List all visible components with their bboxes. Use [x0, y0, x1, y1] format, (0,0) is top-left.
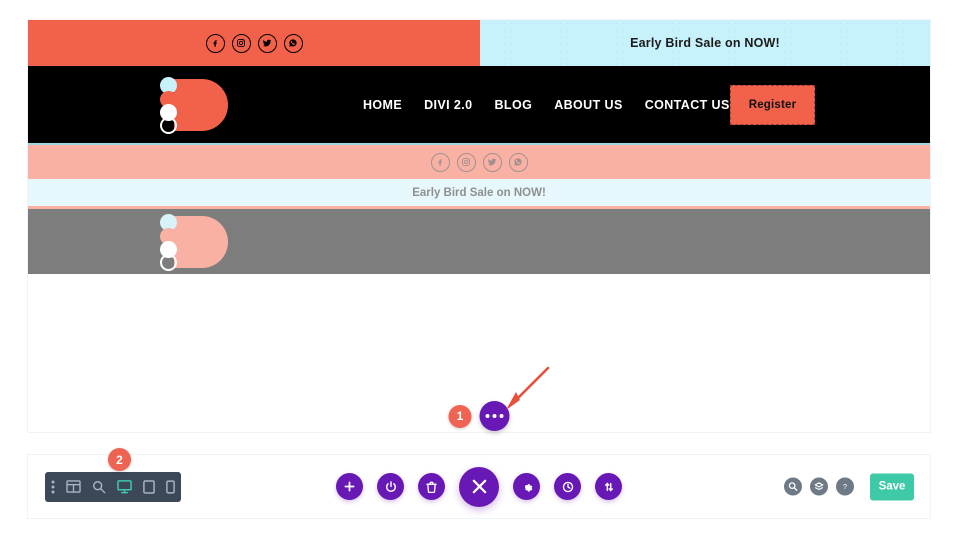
- builder-action-buttons: [336, 466, 622, 507]
- twitter-icon[interactable]: [257, 33, 277, 53]
- menu-item-blog[interactable]: BLOG: [494, 98, 532, 112]
- ghost-social-icons: [430, 152, 528, 172]
- save-button[interactable]: Save: [870, 473, 914, 500]
- builder-settings-button[interactable]: [513, 473, 540, 500]
- layers-icon[interactable]: [810, 477, 828, 496]
- utility-bar-social-area: [28, 20, 480, 66]
- mobile-icon[interactable]: [166, 479, 175, 494]
- ellipsis-dot: [492, 414, 497, 418]
- ghost-promo-text: Early Bird Sale on NOW!: [412, 186, 546, 199]
- ghost-site-logo: [160, 210, 230, 274]
- row-insert-control: 1: [448, 401, 510, 431]
- add-section-button[interactable]: [336, 473, 363, 500]
- logo-dot-outline: [160, 116, 177, 134]
- ghost-logo-d-shape: [174, 215, 228, 268]
- editing-history-button[interactable]: [554, 473, 581, 500]
- ghost-promo-banner: Early Bird Sale on NOW!: [28, 179, 930, 206]
- promo-banner: Early Bird Sale on NOW!: [480, 20, 930, 66]
- promo-text: Early Bird Sale on NOW!: [630, 36, 780, 50]
- ellipsis-dot: [485, 414, 490, 418]
- builder-screen: Early Bird Sale on NOW! HOME DIVI 2.0 BL…: [0, 0, 960, 540]
- step-badge-2: 2: [108, 448, 131, 471]
- search-icon[interactable]: [784, 477, 802, 496]
- ghost-whatsapp-icon: [508, 152, 528, 172]
- close-builder-button[interactable]: [459, 466, 499, 507]
- facebook-icon[interactable]: [205, 33, 225, 53]
- social-icons: [205, 33, 303, 53]
- instagram-icon[interactable]: [231, 33, 251, 53]
- menu-item-about-us[interactable]: ABOUT US: [554, 98, 622, 112]
- tablet-icon[interactable]: [143, 479, 155, 494]
- whatsapp-icon[interactable]: [283, 33, 303, 53]
- desktop-icon[interactable]: [117, 479, 132, 494]
- menu-item-contact-us[interactable]: CONTACT US: [645, 98, 730, 112]
- ghost-navigation-row: [28, 206, 930, 274]
- menu-item-divi-2-0[interactable]: DIVI 2.0: [424, 98, 472, 112]
- page-preview: Early Bird Sale on NOW! HOME DIVI 2.0 BL…: [28, 20, 930, 432]
- grip-dots-icon[interactable]: [51, 480, 55, 494]
- ghost-social-row: [28, 143, 930, 179]
- menu-item-home[interactable]: HOME: [363, 98, 402, 112]
- zoom-out-icon[interactable]: [92, 480, 106, 494]
- toggle-builder-button[interactable]: [377, 473, 404, 500]
- logo-d-shape: [174, 78, 228, 131]
- builder-utility-buttons: ? Save: [784, 473, 914, 500]
- ghost-instagram-icon: [456, 152, 476, 172]
- help-icon[interactable]: ?: [836, 477, 854, 496]
- step-badge-1: 1: [448, 404, 472, 428]
- clear-layout-button[interactable]: [418, 473, 445, 500]
- main-navigation: HOME DIVI 2.0 BLOG ABOUT US CONTACT US R…: [28, 66, 930, 143]
- row-options-ellipsis-button[interactable]: [479, 401, 510, 431]
- builder-toolbar: ? Save: [28, 455, 930, 518]
- svg-text:?: ?: [843, 482, 847, 491]
- device-preview-toolbar: [45, 471, 181, 502]
- ghost-twitter-icon: [482, 152, 502, 172]
- utility-bar: Early Bird Sale on NOW!: [28, 20, 930, 66]
- ghost-logo-dot-outline: [160, 253, 177, 271]
- ellipsis-dot: [499, 414, 504, 418]
- ghost-facebook-icon: [430, 152, 450, 172]
- portability-button[interactable]: [595, 473, 622, 500]
- site-logo[interactable]: [160, 73, 230, 137]
- wireframe-icon[interactable]: [66, 480, 81, 493]
- primary-menu: HOME DIVI 2.0 BLOG ABOUT US CONTACT US: [363, 98, 730, 112]
- register-button[interactable]: Register: [730, 84, 815, 125]
